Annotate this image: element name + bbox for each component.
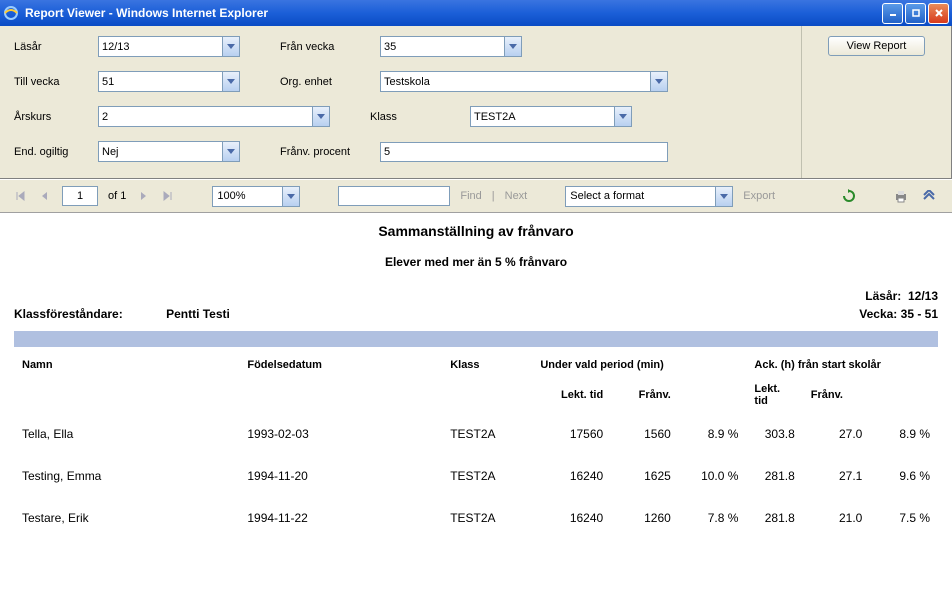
cell-fodelse: 1994-11-20 (239, 455, 442, 497)
cell-p-franv: 1260 (611, 497, 679, 539)
cell-a-lekt: 281.8 (746, 455, 802, 497)
till-vecka-label: Till vecka (14, 76, 98, 88)
cell-p-lekt: 16240 (532, 455, 611, 497)
page-count-label: of 1 (108, 190, 126, 202)
window-title: Report Viewer - Windows Internet Explore… (25, 6, 882, 20)
next-find-link[interactable]: Next (505, 190, 528, 202)
cell-a-franv: 27.1 (803, 455, 871, 497)
cell-namn: Testare, Erik (14, 497, 239, 539)
report-table: Namn Födelsedatum Klass Under vald perio… (14, 353, 938, 539)
vecka-meta-label: Vecka: (859, 307, 897, 321)
col-fodelsedatum: Födelsedatum (239, 353, 442, 377)
header-band (14, 331, 938, 347)
cell-p-pct: 7.8 % (679, 497, 747, 539)
end-ogiltig-label: End. ogiltig (14, 146, 98, 158)
cell-a-franv: 27.0 (803, 413, 871, 455)
table-row: Testing, Emma1994-11-20TEST2A16240162510… (14, 455, 938, 497)
minimize-button[interactable] (882, 3, 903, 24)
report-title: Sammanställning av frånvaro (14, 223, 938, 239)
cell-p-pct: 10.0 % (679, 455, 747, 497)
chevron-down-icon (614, 107, 631, 126)
maximize-button[interactable] (905, 3, 926, 24)
view-report-button[interactable]: View Report (828, 36, 926, 56)
col-franv-2: Frånv. (803, 377, 871, 413)
titlebar: Report Viewer - Windows Internet Explore… (0, 0, 952, 26)
fran-vecka-select[interactable]: 35 (380, 36, 522, 57)
klass-label: Klass (370, 111, 470, 123)
cell-p-franv: 1560 (611, 413, 679, 455)
col-ack-start: Ack. (h) från start skolår (746, 353, 938, 377)
cell-a-lekt: 281.8 (746, 497, 802, 539)
cell-p-pct: 8.9 % (679, 413, 747, 455)
cell-klass: TEST2A (442, 455, 532, 497)
lasar-meta-label: Läsår: (865, 289, 901, 303)
last-page-button[interactable] (160, 189, 174, 203)
prev-page-button[interactable] (38, 189, 52, 203)
chevron-down-icon (504, 37, 521, 56)
col-klass: Klass (442, 353, 532, 377)
org-enhet-select[interactable]: Testskola (380, 71, 668, 92)
first-page-button[interactable] (14, 189, 28, 203)
cell-a-pct: 9.6 % (870, 455, 938, 497)
table-row: Testare, Erik1994-11-22TEST2A1624012607.… (14, 497, 938, 539)
table-row: Tella, Ella1993-02-03TEST2A1756015608.9 … (14, 413, 938, 455)
till-vecka-select[interactable]: 51 (98, 71, 240, 92)
arskurs-label: Årskurs (14, 111, 98, 123)
report-subtitle: Elever med mer än 5 % frånvaro (14, 255, 938, 269)
cell-a-franv: 21.0 (803, 497, 871, 539)
refresh-icon[interactable] (840, 187, 858, 205)
find-link[interactable]: Find (460, 190, 481, 202)
parameter-panel: Läsår 12/13 Från vecka 35 Till vecka 51 … (0, 26, 952, 179)
print-icon[interactable] (892, 187, 910, 205)
chevron-down-icon (222, 142, 239, 161)
cell-a-lekt: 303.8 (746, 413, 802, 455)
chevron-down-icon (282, 187, 299, 206)
cell-namn: Testing, Emma (14, 455, 239, 497)
cell-fodelse: 1993-02-03 (239, 413, 442, 455)
cell-klass: TEST2A (442, 497, 532, 539)
export-format-select[interactable]: Select a format (565, 186, 733, 207)
cell-klass: TEST2A (442, 413, 532, 455)
klassforestandare-value: Pentti Testi (166, 307, 230, 321)
col-lekt-tid-2: Lekt. tid (746, 377, 802, 413)
chevron-down-icon (312, 107, 329, 126)
lasar-label: Läsår (14, 41, 98, 53)
cell-a-pct: 8.9 % (870, 413, 938, 455)
report-body: Sammanställning av frånvaro Elever med m… (0, 213, 952, 549)
col-namn: Namn (14, 353, 239, 377)
chevron-down-icon (222, 72, 239, 91)
franv-procent-label: Frånv. procent (280, 146, 380, 158)
ie-icon (3, 5, 19, 21)
lasar-meta-value: 12/13 (908, 289, 938, 303)
report-toolbar: of 1 100% Find | Next Select a format Ex… (0, 179, 952, 213)
collapse-icon[interactable] (920, 187, 938, 205)
find-input[interactable] (338, 186, 450, 206)
page-number-input[interactable] (62, 186, 98, 206)
export-link[interactable]: Export (743, 190, 775, 202)
lasar-select[interactable]: 12/13 (98, 36, 240, 57)
col-lekt-tid-1: Lekt. tid (532, 377, 611, 413)
next-page-button[interactable] (136, 189, 150, 203)
cell-p-franv: 1625 (611, 455, 679, 497)
arskurs-select[interactable]: 2 (98, 106, 330, 127)
close-button[interactable] (928, 3, 949, 24)
end-ogiltig-select[interactable]: Nej (98, 141, 240, 162)
franv-procent-input[interactable]: 5 (380, 142, 668, 162)
cell-p-lekt: 16240 (532, 497, 611, 539)
org-enhet-label: Org. enhet (280, 76, 380, 88)
cell-p-lekt: 17560 (532, 413, 611, 455)
klassforestandare-label: Klassföreståndare: (14, 307, 123, 321)
cell-a-pct: 7.5 % (870, 497, 938, 539)
zoom-select[interactable]: 100% (212, 186, 300, 207)
fran-vecka-label: Från vecka (280, 41, 380, 53)
chevron-down-icon (715, 187, 732, 206)
col-franv-1: Frånv. (611, 377, 679, 413)
chevron-down-icon (650, 72, 667, 91)
cell-fodelse: 1994-11-22 (239, 497, 442, 539)
chevron-down-icon (222, 37, 239, 56)
klass-select[interactable]: TEST2A (470, 106, 632, 127)
cell-namn: Tella, Ella (14, 413, 239, 455)
col-under-period: Under vald period (min) (532, 353, 746, 377)
vecka-meta-value: 35 - 51 (901, 307, 938, 321)
